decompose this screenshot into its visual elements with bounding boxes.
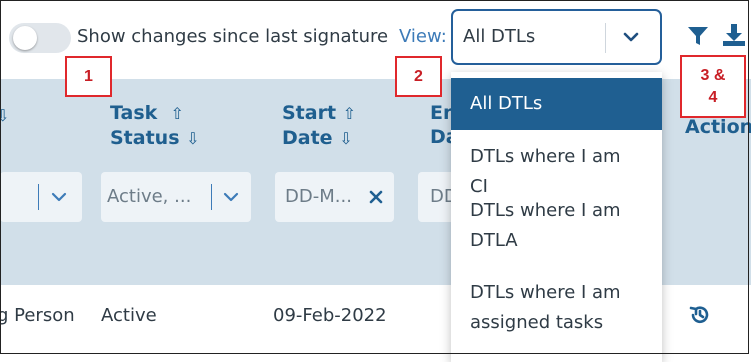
view-select-divider — [605, 23, 606, 53]
filter-divider — [38, 184, 39, 210]
menu-item-dtls-ci[interactable]: DTLs where I am CI — [451, 142, 662, 202]
column-header-start-date[interactable]: Start ⇧ Date ⇩ — [282, 101, 356, 151]
chevron-down-icon[interactable] — [621, 27, 641, 47]
column-header-action: Action — [685, 116, 751, 138]
menu-item-label: DTLs where I am — [470, 200, 621, 221]
menu-item-all-dtls[interactable]: All DTLs — [451, 78, 662, 130]
row-person: g Person — [0, 305, 75, 326]
menu-item-label: DTLs where I am CI — [470, 146, 621, 197]
start-date-label-2: Date — [282, 127, 333, 149]
callout-4-line: 4 — [708, 89, 718, 106]
menu-item-dtls-dtla[interactable]: DTLs where I am DTLA — [451, 196, 662, 256]
sort-up-icon[interactable]: ⇧ — [171, 104, 184, 123]
task-status-label-1: Task — [110, 102, 158, 124]
task-status-label-2: Status — [110, 127, 180, 149]
filter-icon[interactable] — [686, 24, 710, 48]
menu-item-label: DTLs where I am — [470, 282, 621, 303]
view-select[interactable]: All DTLs — [451, 9, 662, 65]
view-label: View: — [399, 26, 447, 47]
callout-2: 2 — [395, 56, 442, 97]
sort-up-icon[interactable]: ⇧ — [343, 104, 356, 123]
callout-3-and-4: 3 & 4 — [680, 55, 746, 118]
chevron-down-icon[interactable] — [222, 188, 240, 206]
sort-down-icon[interactable]: ⇩ — [339, 129, 352, 148]
column-header-partial: ⇩ — [0, 103, 9, 128]
menu-item-dtls-assigned-tasks[interactable]: DTLs where I am assigned tasks — [451, 278, 662, 338]
start-date-label-1: Start — [282, 102, 337, 124]
row-status: Active — [101, 305, 157, 326]
start-date-filter[interactable]: DD-M... — [275, 172, 394, 222]
first-column-filter[interactable] — [0, 172, 82, 222]
view-dropdown-menu: All DTLs DTLs where I am CI DTLs where I… — [451, 72, 662, 362]
sort-down-icon[interactable]: ⇩ — [186, 129, 199, 148]
row-start-date: 09-Feb-2022 — [273, 305, 387, 326]
menu-item-label: assigned tasks — [470, 312, 604, 333]
task-status-filter[interactable]: Active, ... — [101, 172, 251, 222]
column-header-task-status[interactable]: Task ⇧ Status ⇩ — [110, 101, 200, 151]
start-date-filter-value: DD-M... — [285, 186, 352, 207]
show-changes-toggle[interactable] — [9, 23, 71, 53]
task-status-filter-value: Active, ... — [107, 186, 192, 207]
callout-3-line: 3 & — [700, 67, 726, 84]
clear-icon[interactable] — [369, 190, 383, 204]
callout-1: 1 — [65, 56, 112, 97]
filter-divider — [211, 184, 212, 210]
history-icon[interactable] — [688, 303, 712, 327]
toggle-knob — [13, 26, 37, 50]
chevron-down-icon[interactable] — [50, 188, 68, 206]
download-icon[interactable] — [721, 22, 747, 48]
menu-item-label: DTLA — [470, 230, 518, 251]
view-select-value: All DTLs — [463, 26, 536, 47]
show-changes-label: Show changes since last signature — [77, 26, 389, 47]
menu-item-label: All DTLs — [470, 93, 543, 114]
sort-icon[interactable]: ⇩ — [0, 106, 9, 125]
